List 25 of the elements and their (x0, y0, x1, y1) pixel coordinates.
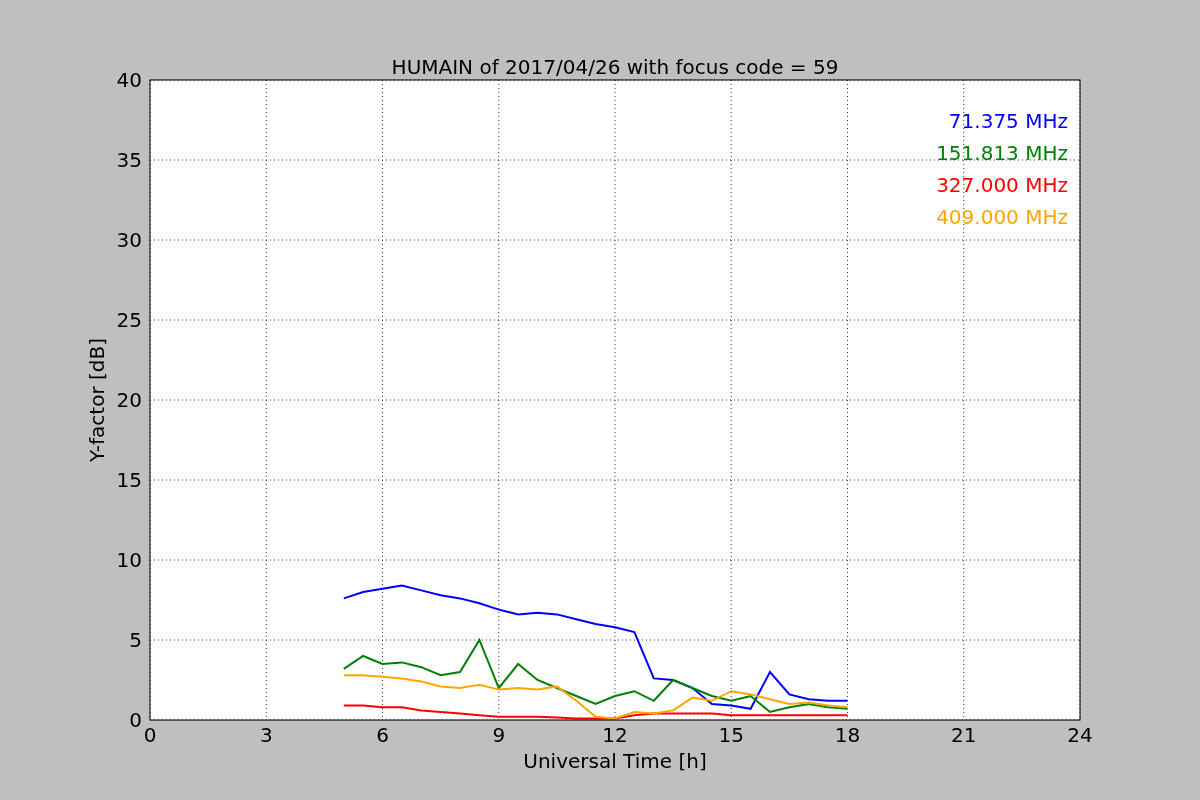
x-axis-label: Universal Time [h] (523, 749, 707, 773)
x-tick-label: 9 (492, 723, 506, 747)
x-tick-label: 12 (602, 723, 628, 747)
x-tick-label: 3 (259, 723, 273, 747)
y-tick-label: 10 (116, 548, 142, 572)
y-tick-label: 0 (129, 708, 142, 732)
legend-label: 327.000 MHz (936, 173, 1068, 197)
x-tick-label: 21 (951, 723, 977, 747)
y-tick-label: 40 (116, 68, 142, 92)
legend-label: 151.813 MHz (936, 141, 1068, 165)
x-tick-label: 24 (1067, 723, 1093, 747)
y-tick-label: 35 (116, 148, 142, 172)
legend-label: 71.375 MHz (948, 109, 1068, 133)
y-tick-label: 30 (116, 228, 142, 252)
x-tick-label: 15 (718, 723, 744, 747)
y-tick-label: 5 (129, 628, 142, 652)
chart-title: HUMAIN of 2017/04/26 with focus code = 59 (391, 55, 839, 79)
x-tick-label: 18 (834, 723, 861, 747)
y-tick-label: 20 (116, 388, 142, 412)
x-tick-label: 6 (376, 723, 389, 747)
legend-label: 409.000 MHz (936, 205, 1068, 229)
x-tick-label: 0 (143, 723, 157, 747)
y-axis-label: Y-factor [dB] (85, 338, 109, 462)
y-tick-label: 15 (116, 468, 142, 492)
y-tick-label: 25 (116, 308, 142, 332)
